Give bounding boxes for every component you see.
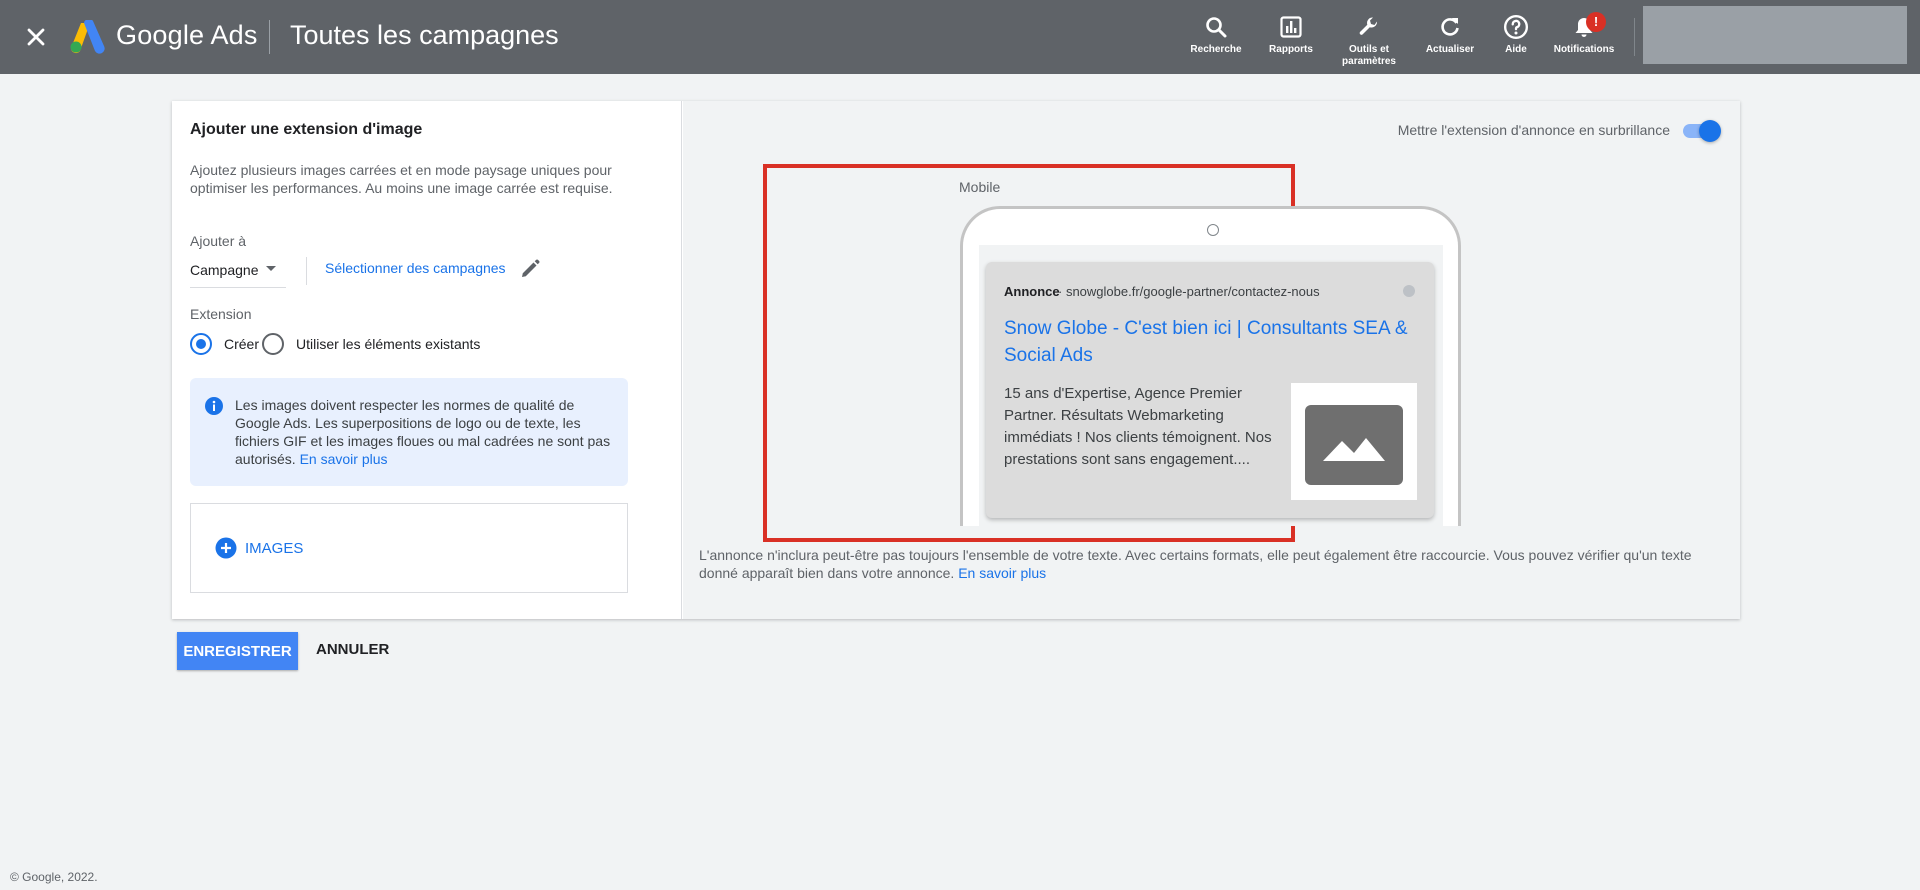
add-to-value: Campagne — [190, 262, 259, 278]
edit-pencil-icon[interactable] — [518, 257, 542, 281]
tool-label: Recherche — [1190, 44, 1242, 55]
highlight-toggle[interactable] — [1679, 118, 1723, 142]
page-title: Toutes les campagnes — [290, 20, 559, 50]
google-ads-logo — [70, 20, 105, 54]
wrench-icon — [1359, 17, 1378, 35]
search-tool-button[interactable]: Recherche — [1176, 14, 1256, 56]
highlight-toggle-label: Mettre l'extension d'annonce en surbrill… — [1397, 122, 1670, 138]
add-to-dropdown[interactable]: Campagne — [190, 258, 286, 288]
disclaimer-learn-more-link[interactable]: En savoir plus — [958, 565, 1046, 581]
ad-headline: Snow Globe - C'est bien ici | Consultant… — [1004, 318, 1408, 366]
add-circle-icon — [215, 537, 237, 559]
search-icon — [1206, 17, 1227, 38]
use-existing-radio[interactable] — [262, 333, 284, 355]
brand-name: Google Ads — [116, 20, 258, 50]
select-campaigns-link[interactable]: Sélectionner des campagnes — [325, 260, 506, 276]
reports-tool-button[interactable]: Rapports — [1251, 14, 1331, 56]
image-quality-notice: Les images doivent respecter les normes … — [190, 378, 628, 486]
landscape-icon — [1323, 438, 1385, 461]
ad-display-url: · snowglobe.fr/google-partner/contactez-… — [1058, 284, 1320, 299]
preview-disclaimer: L'annonce n'inclura peut-être pas toujou… — [699, 546, 1699, 582]
account-area[interactable] — [1643, 6, 1907, 64]
editor-pane: Ajouter une extension d'image Ajoutez pl… — [172, 101, 682, 619]
caret-down-icon — [266, 266, 276, 271]
divider — [269, 20, 270, 54]
info-icon — [205, 397, 223, 415]
ad-description: 15 ans d'Expertise, Agence Premier Partn… — [1004, 385, 1272, 468]
device-label: Mobile — [959, 179, 1001, 195]
help-icon — [1503, 14, 1529, 40]
images-upload-box: IMAGES — [190, 503, 628, 593]
create-radio[interactable] — [190, 333, 212, 355]
tool-label: Rapports — [1269, 44, 1313, 55]
copyright-footer: © Google, 2022. — [10, 870, 98, 884]
learn-more-link[interactable]: En savoir plus — [300, 451, 388, 467]
use-existing-radio-label[interactable]: Utiliser les éléments existants — [296, 336, 480, 352]
extension-label: Extension — [190, 306, 252, 322]
ad-badge: Annonce — [1004, 284, 1060, 299]
panel-title: Ajouter une extension d'image — [190, 121, 423, 138]
divider — [1634, 18, 1635, 56]
disclaimer-text: L'annonce n'inclura peut-être pas toujou… — [699, 547, 1692, 581]
notifications-tool-button[interactable]: ! Notifications — [1544, 12, 1624, 56]
ad-image-placeholder — [1291, 383, 1417, 500]
toggle-thumb — [1699, 120, 1721, 142]
tool-label: Notifications — [1553, 44, 1615, 55]
create-radio-label[interactable]: Créer — [224, 336, 259, 352]
add-to-label: Ajouter à — [190, 233, 247, 249]
ad-preview-card: Annonce · snowglobe.fr/google-partner/co… — [986, 262, 1434, 518]
refresh-icon — [1441, 18, 1459, 36]
save-button[interactable]: ENREGISTRER — [177, 632, 298, 670]
notice-body: Les images doivent respecter les normes … — [235, 397, 611, 467]
cancel-button[interactable]: ANNULER — [316, 641, 389, 658]
reports-icon — [1280, 16, 1302, 38]
add-images-label: IMAGES — [245, 539, 304, 557]
divider — [306, 257, 307, 285]
notice-text: Les images doivent respecter les normes … — [235, 396, 615, 468]
panel-description: Ajoutez plusieurs images carrées et en m… — [190, 162, 613, 196]
notification-badge: ! — [1586, 12, 1606, 32]
image-placeholder — [1305, 405, 1403, 485]
tool-label: Outils et paramètres — [1342, 44, 1396, 67]
close-icon[interactable] — [22, 23, 50, 51]
top-bar: Google Ads Toutes les campagnes Recherch… — [0, 0, 1920, 74]
tools-settings-button[interactable]: Outils et paramètres — [1329, 14, 1409, 68]
add-images-button[interactable]: IMAGES — [215, 537, 303, 559]
phone-camera — [1207, 224, 1219, 236]
ad-info-icon — [1403, 285, 1415, 297]
